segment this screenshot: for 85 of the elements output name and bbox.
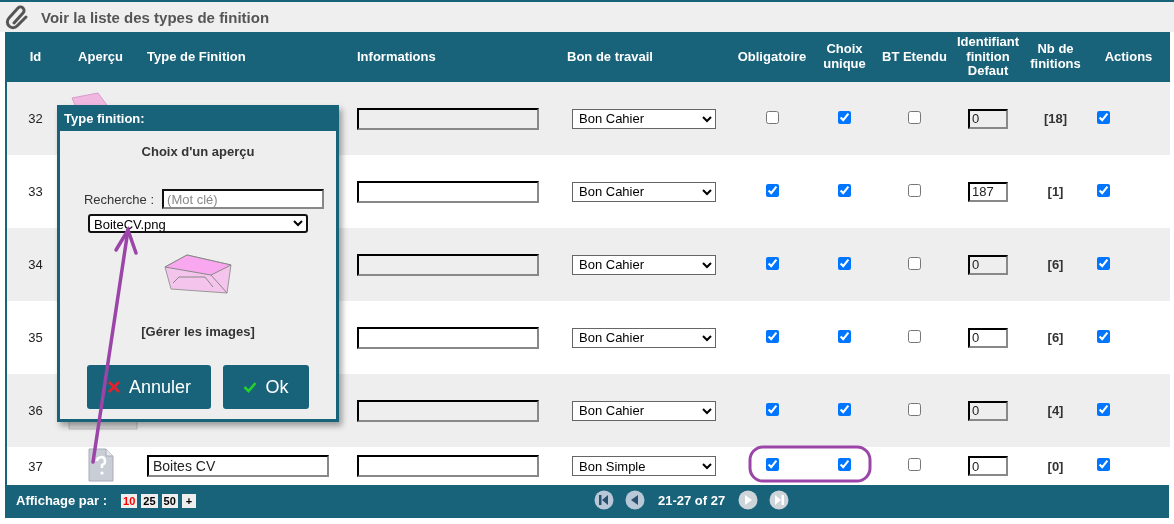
checkbox[interactable] (765, 402, 779, 416)
input-field[interactable] (357, 399, 539, 422)
table-cell: [6] (1047, 257, 1064, 272)
dropdown[interactable]: Bon Cahier (572, 400, 716, 421)
checkbox[interactable] (838, 402, 851, 416)
table-cell: 34 (28, 257, 43, 272)
first-page-icon[interactable] (594, 490, 614, 510)
column-header: Identifiant finition Defaut (956, 33, 1020, 79)
input-field[interactable] (357, 253, 539, 276)
dropdown[interactable]: Bon Cahier (572, 108, 716, 129)
manage-images-link[interactable]: [Gérer les images] (141, 324, 255, 339)
page-size-button[interactable]: 50 (161, 493, 178, 508)
search-field[interactable]: (Mot clé) (162, 189, 325, 209)
checkbox[interactable] (1097, 329, 1110, 343)
checkbox[interactable] (908, 458, 921, 471)
checkbox[interactable] (765, 110, 779, 124)
input-field[interactable]: 0 (968, 400, 1008, 421)
checkbox[interactable] (838, 329, 851, 343)
checkbox[interactable] (908, 402, 921, 416)
checkbox[interactable] (1097, 458, 1110, 471)
input-field[interactable] (357, 107, 539, 130)
checkbox[interactable] (838, 256, 851, 270)
dialog-heading: Choix d'un aperçu (141, 144, 255, 159)
table-cell: 35 (28, 330, 43, 345)
checkbox[interactable] (765, 458, 779, 471)
input-field[interactable]: 0 (968, 456, 1008, 476)
checkbox[interactable] (838, 458, 851, 471)
column-header: BT Etendu (882, 48, 947, 64)
image-dropdown[interactable]: BoiteCV.png (88, 214, 308, 233)
table-cell: 37 (28, 458, 43, 474)
checkbox[interactable] (765, 183, 779, 197)
column-header: Obligatoire (737, 48, 807, 64)
input-field[interactable]: 187 (968, 181, 1008, 202)
input-field[interactable]: Boites CV (147, 455, 329, 477)
checkbox[interactable] (1097, 256, 1110, 270)
page-range: 21-27 of 27 (658, 492, 726, 508)
checkbox[interactable] (838, 110, 851, 124)
page-title: Voir la liste des types de finition (41, 8, 270, 26)
page-size-button[interactable]: + (181, 493, 197, 508)
dropdown[interactable]: Bon Cahier (572, 254, 716, 275)
column-header: Aperçu (78, 48, 123, 64)
input-field[interactable] (357, 326, 539, 349)
column-header: Id (29, 48, 42, 64)
table-cell: 36 (28, 403, 43, 418)
column-header: Bon de travail (567, 48, 653, 64)
checkbox[interactable] (765, 256, 779, 270)
close-icon (106, 380, 121, 394)
table-cell: 32 (28, 111, 43, 126)
input-field[interactable]: 0 (968, 108, 1008, 129)
cancel-button[interactable]: Annuler (87, 365, 211, 409)
table-cell: 33 (28, 184, 43, 199)
checkbox[interactable] (1097, 402, 1110, 416)
checkbox[interactable] (908, 183, 921, 197)
input-field[interactable] (357, 455, 539, 477)
checkbox[interactable] (838, 183, 851, 197)
table-cell: [18] (1043, 111, 1068, 126)
column-header: Informations (357, 48, 436, 64)
input-field[interactable] (357, 180, 539, 203)
previous-page-icon[interactable] (625, 490, 645, 510)
input-field[interactable]: 0 (968, 254, 1008, 275)
search-label: Recherche : (83, 191, 155, 207)
column-header: Choix unique (823, 41, 866, 71)
checkbox[interactable] (908, 256, 921, 270)
checkmark-icon (243, 381, 258, 393)
checkbox[interactable] (908, 110, 921, 124)
dropdown[interactable]: Bon Cahier (572, 181, 716, 202)
dropdown[interactable]: Bon Cahier (572, 327, 716, 348)
table-cell: [4] (1047, 403, 1064, 418)
checkbox[interactable] (1097, 183, 1110, 197)
checkbox[interactable] (765, 329, 779, 343)
checkbox[interactable] (908, 329, 921, 343)
column-header: Actions (1104, 48, 1153, 64)
table-cell: [1] (1047, 184, 1064, 199)
ok-button[interactable]: Ok (223, 365, 309, 409)
box-drawing (163, 253, 233, 297)
dialog-title: Type finition: (60, 108, 336, 131)
page-size-label: Affichage par : (16, 493, 107, 508)
checkbox[interactable] (1097, 110, 1110, 124)
input-field[interactable]: 0 (968, 327, 1008, 348)
table-cell: [6] (1047, 330, 1064, 345)
column-header: Nb de finitions (1030, 41, 1081, 71)
table-cell: [0] (1047, 458, 1064, 474)
page-size-button[interactable]: 25 (141, 493, 158, 508)
column-header: Type de Finition (147, 48, 246, 64)
dropdown[interactable]: Bon Simple (572, 456, 716, 476)
